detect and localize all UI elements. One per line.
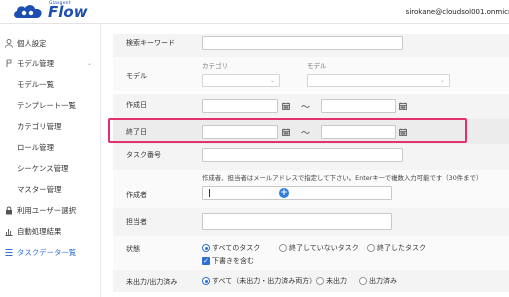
output-row: 未出力/出力済み すべて（未出力・出力済み両方） 未出力 出力済み bbox=[113, 270, 509, 292]
category-column-label: カテゴリ bbox=[202, 62, 228, 70]
radio-selected[interactable] bbox=[202, 244, 210, 252]
status-label: 状態 bbox=[126, 245, 140, 253]
created-date-label: 作成日 bbox=[126, 101, 147, 109]
sidebar-item-label: シーケンス管理 bbox=[17, 164, 69, 173]
logo-cloud-icon bbox=[14, 5, 42, 18]
sidebar-item-label: 自動処理結果 bbox=[17, 227, 62, 236]
chevron-down-icon: ⌄ bbox=[439, 77, 445, 84]
sidebar-item-task-data-list[interactable]: タスクデータ一覧 bbox=[0, 243, 101, 263]
sidebar-item-label: モデル一覧 bbox=[17, 80, 54, 89]
keyword-input[interactable] bbox=[202, 36, 403, 50]
sidebar-item-label: タスクデータ一覧 bbox=[17, 248, 77, 257]
chevron-down-icon: ⌄ bbox=[87, 60, 93, 67]
include-draft-label: 下書きを含む bbox=[212, 257, 254, 265]
sidebar-item-label: モデル管理 bbox=[17, 59, 54, 68]
output-option-label: すべて（未出力・出力済み両方） bbox=[212, 277, 317, 285]
sidebar-item-role-management[interactable]: ロール管理 bbox=[0, 138, 101, 158]
created-date-from-input[interactable] bbox=[202, 99, 278, 113]
output-option-label: 未出力 bbox=[326, 277, 347, 285]
creator-label: 作成者 bbox=[126, 191, 147, 199]
sidebar-item-personal-settings[interactable]: 個人設定 bbox=[0, 34, 101, 54]
radio-unselected[interactable] bbox=[316, 277, 324, 285]
checkmark-icon[interactable]: ✓ bbox=[202, 257, 210, 265]
radio-unselected[interactable] bbox=[367, 244, 375, 252]
output-label: 未出力/出力済み bbox=[126, 278, 178, 286]
radio-selected[interactable] bbox=[202, 277, 210, 285]
top-header: Glasgent Flow sirokane@cloudsol001.onmic… bbox=[0, 0, 509, 24]
logo-title: Flow bbox=[48, 3, 88, 21]
email-hint-text: 作成者、担当者はメールアドレスで指定して下さい。Enterキーで複数入力可能です… bbox=[202, 174, 483, 182]
search-form: 検索キーワード モデル カテゴリ モデル ⌄ ⌄ 作成日 〜 終了日 〜 タスク… bbox=[104, 24, 509, 297]
sidebar-item-user-selection[interactable]: 利用ユーザー選択 bbox=[0, 201, 101, 221]
user-icon bbox=[5, 39, 13, 48]
assignee-label: 担当者 bbox=[126, 218, 147, 226]
keyword-row: 検索キーワード bbox=[113, 34, 509, 57]
keyword-label: 検索キーワード bbox=[126, 39, 175, 47]
sidebar-item-model-list[interactable]: モデル一覧 bbox=[0, 75, 101, 95]
sidebar-item-auto-processing-results[interactable]: 自動処理結果 bbox=[0, 222, 101, 242]
sidebar-item-label: テンプレート一覧 bbox=[17, 101, 76, 110]
task-number-label: タスク番号 bbox=[126, 151, 161, 159]
chevron-down-icon: ⌄ bbox=[269, 77, 275, 84]
model-label: モデル bbox=[126, 72, 147, 80]
assignee-input[interactable] bbox=[202, 213, 392, 230]
status-row: 状態 すべてのタスク 終了していないタスク 終了したタスク ✓ 下書きを含む bbox=[113, 236, 509, 270]
assignee-row: 担当者 bbox=[113, 208, 509, 236]
model-select[interactable]: ⌄ bbox=[307, 74, 450, 87]
user-email[interactable]: sirokane@cloudsol001.onmicro bbox=[406, 8, 509, 16]
sidebar-item-sequence-management[interactable]: シーケンス管理 bbox=[0, 159, 101, 179]
output-option-label: 出力済み bbox=[369, 277, 397, 285]
created-date-to-input[interactable] bbox=[321, 99, 396, 113]
add-creator-button[interactable]: + bbox=[279, 188, 289, 198]
calendar-icon[interactable] bbox=[399, 102, 407, 110]
sidebar-item-category-management[interactable]: カテゴリ管理 bbox=[0, 117, 101, 137]
sidebar-item-label: カテゴリ管理 bbox=[17, 122, 62, 131]
calendar-icon[interactable] bbox=[282, 102, 290, 110]
task-number-row: タスク番号 bbox=[113, 144, 509, 170]
status-option-label: 終了していないタスク bbox=[289, 244, 359, 252]
status-option-label: すべてのタスク bbox=[212, 244, 261, 252]
sidebar-item-master-management[interactable]: マスター管理 bbox=[0, 180, 101, 200]
created-date-row: 作成日 〜 bbox=[113, 94, 509, 119]
sidebar-item-label: ロール管理 bbox=[17, 143, 54, 152]
task-number-input[interactable] bbox=[202, 148, 403, 162]
sidebar-item-model-management[interactable]: モデル管理 ⌄ bbox=[0, 54, 101, 74]
status-option-label: 終了したタスク bbox=[377, 244, 426, 252]
sidebar: 個人設定 モデル管理 ⌄ モデル一覧 テンプレート一覧 カテゴリ管理 ロール管理… bbox=[0, 24, 101, 297]
sidebar-item-label: 個人設定 bbox=[17, 39, 47, 48]
category-select[interactable]: ⌄ bbox=[202, 74, 280, 87]
range-separator: 〜 bbox=[301, 103, 311, 113]
list-icon bbox=[5, 248, 13, 257]
model-row: モデル カテゴリ モデル ⌄ ⌄ bbox=[113, 57, 509, 91]
highlight-box bbox=[108, 118, 467, 143]
model-icon bbox=[6, 59, 12, 67]
text-cursor bbox=[209, 189, 210, 197]
creator-input[interactable] bbox=[202, 186, 392, 200]
sidebar-item-label: 利用ユーザー選択 bbox=[17, 206, 76, 215]
lock-icon bbox=[6, 206, 12, 215]
model-column-label: モデル bbox=[307, 62, 327, 70]
sidebar-item-label: マスター管理 bbox=[17, 185, 62, 194]
radio-unselected[interactable] bbox=[279, 244, 287, 252]
sidebar-item-template-list[interactable]: テンプレート一覧 bbox=[0, 96, 101, 116]
radio-unselected[interactable] bbox=[359, 277, 367, 285]
creator-row: 作成者、担当者はメールアドレスで指定して下さい。Enterキーで複数入力可能です… bbox=[113, 170, 509, 208]
chart-icon bbox=[5, 229, 13, 236]
